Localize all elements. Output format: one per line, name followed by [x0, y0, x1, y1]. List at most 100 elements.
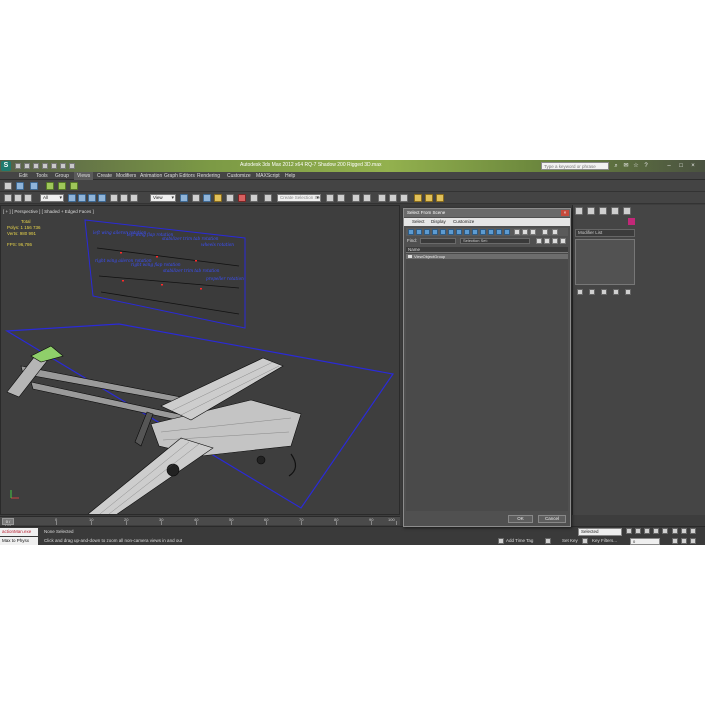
pin-stack-icon[interactable] — [577, 289, 583, 295]
toolbar-icon[interactable] — [30, 182, 38, 190]
spinner-snap-icon[interactable] — [250, 194, 258, 202]
ribbon-toggle-icon[interactable] — [46, 182, 54, 190]
keyboard-shortcut-icon[interactable] — [203, 194, 211, 202]
help-search-input[interactable]: Type a keyword or phrase — [541, 162, 609, 170]
percent-snap-icon[interactable] — [238, 194, 246, 202]
angle-snap-icon[interactable] — [226, 194, 234, 202]
find-case-sensitive-icon[interactable] — [552, 229, 558, 235]
set-key-mode-icon[interactable] — [545, 538, 551, 544]
unlink-icon[interactable] — [24, 194, 32, 202]
display-geometry-icon[interactable] — [408, 229, 414, 235]
app-logo-icon[interactable]: S — [1, 161, 11, 171]
select-all-icon[interactable] — [530, 229, 536, 235]
ok-button[interactable]: OK — [508, 515, 533, 523]
favorites-icon[interactable]: ☆ — [632, 162, 640, 170]
graphite-toolbar-icon[interactable] — [363, 194, 371, 202]
pivot-icon[interactable] — [180, 194, 188, 202]
menu-edit[interactable]: Edit — [16, 172, 31, 180]
select-object-icon[interactable] — [68, 194, 76, 202]
dialog-title[interactable]: Select From Scene — [404, 209, 570, 217]
make-unique-icon[interactable] — [601, 289, 607, 295]
region-select-icon[interactable] — [88, 194, 96, 202]
display-all-icon[interactable] — [504, 229, 510, 235]
minimize-icon[interactable]: – — [665, 162, 673, 170]
align-icon[interactable] — [337, 194, 345, 202]
time-slider[interactable]: 0 / 100 — [2, 518, 14, 529]
maximize-icon[interactable]: □ — [677, 162, 685, 170]
selection-set-icon[interactable] — [536, 238, 542, 244]
display-containers-icon[interactable] — [480, 229, 486, 235]
list-item[interactable]: ViewObjectGroup — [406, 254, 568, 259]
display-hidden-icon[interactable] — [496, 229, 502, 235]
time-tag-icon[interactable] — [498, 538, 504, 544]
current-frame-input[interactable]: 0 — [630, 538, 660, 545]
communication-center-icon[interactable]: ✉ — [622, 162, 630, 170]
key-set-dropdown[interactable]: Selected — [578, 528, 622, 536]
snap-toggle-icon[interactable] — [214, 194, 222, 202]
filter-icon[interactable] — [542, 229, 548, 235]
display-none-icon[interactable] — [514, 229, 520, 235]
selection-set-dropdown[interactable]: Selection Set: — [460, 238, 530, 244]
time-slider-track[interactable]: 0 / 100 0 10 20 30 40 50 60 70 80 90 100 — [0, 516, 400, 529]
menu-graph-editors[interactable]: Graph Editors — [161, 172, 198, 180]
display-helpers-icon[interactable] — [440, 229, 446, 235]
perspective-viewport[interactable]: [ + ] [ Perspective ] [ Shaded + Edged F… — [0, 205, 400, 515]
key-filters-icon[interactable] — [582, 538, 588, 544]
maxscript-listener-input[interactable]: Max to Physx — [0, 537, 38, 545]
named-selection-dropdown[interactable]: Create Selection Se — [277, 194, 321, 202]
rotate-icon[interactable] — [120, 194, 128, 202]
zoom-icon[interactable] — [672, 528, 678, 534]
hold-icon[interactable] — [60, 163, 66, 169]
menu-tools[interactable]: Tools — [33, 172, 51, 180]
dialog-menu-select[interactable]: Select — [409, 218, 428, 226]
display-cameras-icon[interactable] — [432, 229, 438, 235]
collapse-all-icon[interactable] — [560, 238, 566, 244]
search-icon[interactable]: ⌕ — [612, 162, 620, 170]
menu-maxscript[interactable]: MAXScript — [253, 172, 283, 180]
next-frame-icon[interactable] — [653, 528, 659, 534]
field-of-view-icon[interactable] — [672, 538, 678, 544]
menu-views[interactable]: Views — [74, 172, 94, 180]
move-icon[interactable] — [110, 194, 118, 202]
show-end-result-icon[interactable] — [589, 289, 595, 295]
material-editor-icon[interactable] — [400, 194, 408, 202]
create-tab-icon[interactable] — [575, 207, 583, 215]
display-tab-icon[interactable] — [623, 207, 631, 215]
close-icon[interactable]: × — [689, 162, 697, 170]
select-by-name-icon[interactable] — [78, 194, 86, 202]
menu-rendering[interactable]: Rendering — [194, 172, 223, 180]
dialog-menu-customize[interactable]: Customize — [450, 218, 477, 226]
remove-modifier-icon[interactable] — [613, 289, 619, 295]
save-file-icon[interactable] — [33, 163, 39, 169]
display-lights-icon[interactable] — [424, 229, 430, 235]
zoom-all-icon[interactable] — [681, 528, 687, 534]
schematic-view-icon[interactable] — [389, 194, 397, 202]
redo-icon[interactable] — [51, 163, 57, 169]
display-groups-icon[interactable] — [456, 229, 462, 235]
toolbar-icon[interactable] — [16, 182, 24, 190]
go-to-end-icon[interactable] — [662, 528, 668, 534]
display-shapes-icon[interactable] — [416, 229, 422, 235]
modifier-list-dropdown[interactable]: Modifier List — [575, 229, 635, 237]
modifier-stack[interactable] — [575, 239, 635, 285]
menu-customize[interactable]: Customize — [224, 172, 254, 180]
display-space-warps-icon[interactable] — [448, 229, 454, 235]
menu-help[interactable]: Help — [282, 172, 298, 180]
sync-selection-icon[interactable] — [544, 238, 550, 244]
display-xrefs-icon[interactable] — [464, 229, 470, 235]
scale-icon[interactable] — [130, 194, 138, 202]
render-setup-icon[interactable] — [414, 194, 422, 202]
undo-icon[interactable] — [42, 163, 48, 169]
zoom-extents-icon[interactable] — [690, 528, 696, 534]
fetch-icon[interactable] — [69, 163, 75, 169]
configure-sets-icon[interactable] — [625, 289, 631, 295]
dialog-menu-display[interactable]: Display — [428, 218, 449, 226]
add-time-tag[interactable]: Add Time Tag — [506, 538, 533, 543]
pan-icon[interactable] — [681, 538, 687, 544]
reference-coordinate-dropdown[interactable]: View — [150, 194, 176, 202]
link-icon[interactable] — [14, 194, 22, 202]
cancel-button[interactable]: Cancel — [538, 515, 566, 523]
display-frozen-icon[interactable] — [488, 229, 494, 235]
edit-named-selection-icon[interactable] — [264, 194, 272, 202]
rendered-frame-icon[interactable] — [425, 194, 433, 202]
